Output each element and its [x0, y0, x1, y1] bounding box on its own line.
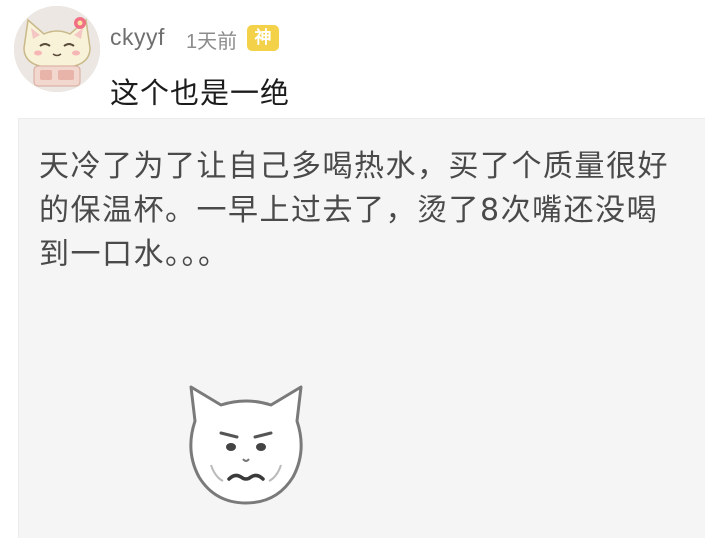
meme-image[interactable]: 天冷了为了让自己多喝热水，买了个质量很好 的保温杯。一早上过去了，烫了8次嘴还没… [18, 118, 705, 538]
meme-caption-line: 到一口水。。。 [39, 237, 230, 272]
comment-screen: ckyyf 1天前 神 这个也是一绝 天冷了为了让自己多喝热水，买了个质量很好 … [0, 0, 705, 538]
comment-header: ckyyf 1天前 神 这个也是一绝 [0, 0, 705, 118]
meme-caption-line: 天冷了为了让自己多喝热水，买了个质量很好 [39, 149, 669, 184]
sad-cat-face-icon [181, 381, 311, 507]
user-avatar[interactable] [14, 6, 100, 92]
meme-caption-line: 的保温杯。一早上过去了，烫了8次嘴还没喝 [39, 193, 659, 228]
cartoon-cat-avatar-icon [14, 6, 100, 92]
username[interactable]: ckyyf [110, 24, 165, 51]
comment-text: 这个也是一绝 [110, 76, 291, 110]
comment-time: 1天前 [186, 31, 238, 53]
god-comment-badge: 神 [247, 25, 279, 51]
meme-caption: 天冷了为了让自己多喝热水，买了个质量很好 的保温杯。一早上过去了，烫了8次嘴还没… [39, 145, 679, 277]
